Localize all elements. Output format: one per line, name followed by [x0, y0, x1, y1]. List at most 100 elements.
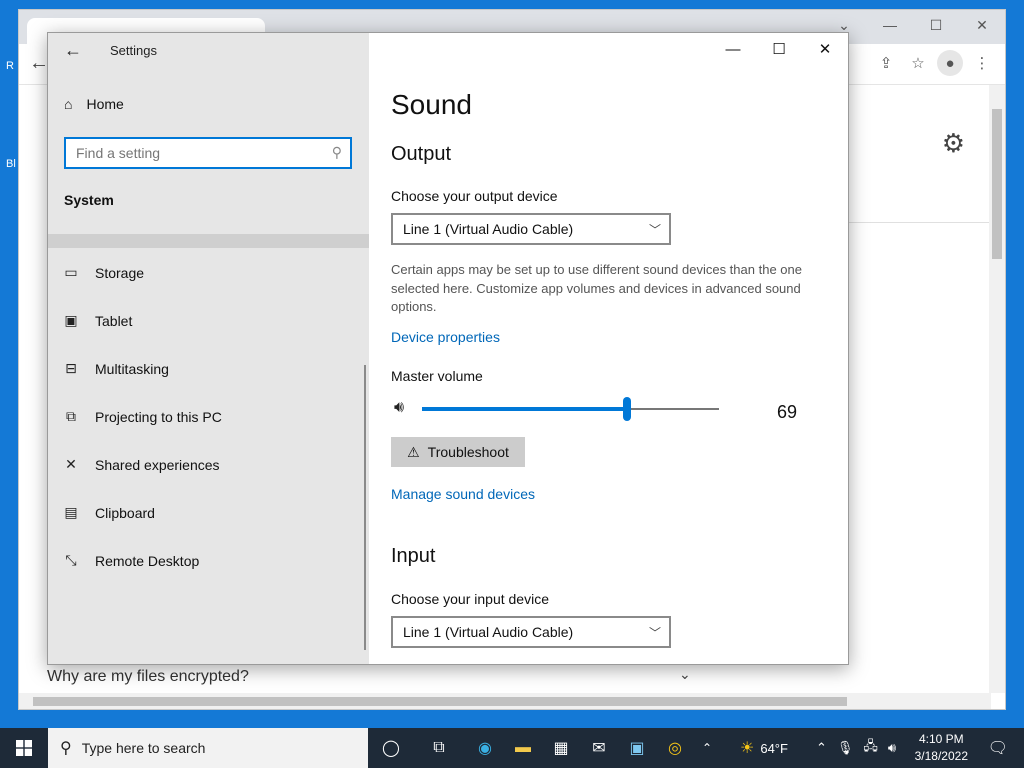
- volume-icon[interactable]: 🔊︎: [888, 740, 896, 756]
- sidebar-item-label: Storage: [95, 264, 145, 281]
- gear-icon[interactable]: ⚙: [942, 128, 965, 159]
- shared-experiences-icon: ✕: [65, 456, 77, 472]
- settings-window: ← Settings ⌂ Home ⚲ System ▭ Storage ▣ T…: [47, 32, 849, 665]
- sidebar-item-label: Projecting to this PC: [95, 408, 222, 425]
- sidebar-item-label: Tablet: [95, 312, 133, 329]
- sidebar-item-multitasking[interactable]: ⊟ Multitasking: [62, 360, 169, 377]
- master-volume-value: 69: [777, 402, 798, 422]
- taskbar-search-placeholder: Type here to search: [81, 740, 206, 756]
- storage-icon: ▭: [64, 264, 78, 280]
- sidebar-item-label: Multitasking: [95, 360, 169, 377]
- sidebar-item-label: Clipboard: [95, 504, 155, 521]
- share-icon[interactable]: ⇪: [873, 50, 899, 76]
- desktop-icon-label[interactable]: Bl: [6, 158, 16, 170]
- clock-date: 3/18/2022: [914, 749, 968, 763]
- sidebar-item-label: Remote Desktop: [95, 552, 200, 569]
- output-device-value: Line 1 (Virtual Audio Cable): [403, 221, 574, 237]
- close-icon[interactable]: ✕: [959, 10, 1005, 40]
- back-arrow-icon[interactable]: ←: [64, 40, 82, 61]
- input-device-value: Line 1 (Virtual Audio Cable): [403, 624, 574, 640]
- profile-avatar-icon[interactable]: ●: [937, 50, 963, 76]
- clock-time: 4:10 PM: [918, 732, 964, 746]
- troubleshoot-label: Troubleshoot: [427, 444, 509, 460]
- tablet-icon: ▣: [64, 312, 78, 328]
- master-volume-label: Master volume: [391, 368, 483, 384]
- scrollbar-thumb[interactable]: [992, 109, 1002, 259]
- section-label: System: [64, 192, 114, 208]
- slider-fill: [422, 407, 627, 411]
- sidebar-scrollbar[interactable]: [364, 365, 366, 650]
- chevron-down-icon: ﹀: [648, 223, 661, 237]
- multitasking-icon: ⊟: [65, 360, 77, 376]
- microphone-icon[interactable]: 🎙︎: [837, 740, 854, 756]
- weather-widget[interactable]: ☀ 64°F: [740, 728, 788, 768]
- home-nav-item[interactable]: ⌂ Home: [64, 96, 124, 112]
- search-icon: ⚲: [60, 740, 72, 757]
- search-icon: ⚲: [331, 144, 342, 160]
- sidebar-item-storage[interactable]: ▭ Storage: [62, 264, 144, 281]
- troubleshoot-button[interactable]: ⚠ Troubleshoot: [391, 437, 525, 467]
- sidebar-item-tablet[interactable]: ▣ Tablet: [62, 312, 132, 329]
- taskbar-overflow-icon[interactable]: ⌃: [688, 728, 726, 768]
- sidebar-scroll-band: [48, 234, 369, 248]
- back-arrow-icon[interactable]: ←: [29, 52, 49, 75]
- weather-temp: 64°F: [760, 740, 788, 756]
- slider-thumb[interactable]: [622, 397, 631, 421]
- scrollbar-thumb[interactable]: [33, 697, 847, 706]
- app-icon[interactable]: ▣: [618, 728, 656, 768]
- clipboard-icon: ▤: [64, 504, 78, 520]
- sidebar-item-projecting[interactable]: ⧉ Projecting to this PC: [62, 408, 222, 425]
- cortana-icon[interactable]: ◯: [372, 728, 410, 768]
- chevron-down-icon[interactable]: ⌄: [679, 666, 691, 683]
- search-input[interactable]: [66, 139, 326, 167]
- settings-content: Sound Output Choose your output device L…: [391, 33, 841, 664]
- notification-icon[interactable]: 🗨︎: [988, 738, 1008, 758]
- output-heading: Output: [391, 143, 452, 165]
- input-device-label: Choose your input device: [391, 591, 549, 607]
- store-icon[interactable]: ▦: [542, 728, 580, 768]
- taskbar-search[interactable]: ⚲ Type here to search: [48, 728, 368, 768]
- more-menu-icon[interactable]: ⋮: [969, 50, 995, 76]
- output-device-dropdown[interactable]: Line 1 (Virtual Audio Cable) ﹀: [391, 213, 671, 245]
- vertical-scrollbar[interactable]: [989, 85, 1005, 693]
- star-icon[interactable]: ☆: [905, 50, 931, 76]
- mail-icon[interactable]: ✉: [580, 728, 618, 768]
- maximize-icon[interactable]: ☐: [913, 10, 959, 40]
- show-hidden-icons-icon[interactable]: ⌃: [816, 740, 827, 756]
- master-volume-slider[interactable]: [422, 397, 719, 421]
- network-icon[interactable]: 🖧︎: [863, 737, 878, 759]
- minimize-icon[interactable]: —: [867, 10, 913, 40]
- chrome-toolbar-actions: ⇪ ☆ ● ⋮: [873, 50, 995, 76]
- warning-icon: ⚠: [407, 443, 420, 460]
- output-device-label: Choose your output device: [391, 188, 558, 204]
- clock[interactable]: 4:10 PM 3/18/2022: [915, 731, 968, 765]
- home-label: Home: [86, 96, 124, 112]
- output-description: Certain apps may be set up to use differ…: [391, 262, 802, 314]
- sidebar-item-shared-experiences[interactable]: ✕ Shared experiences: [62, 456, 220, 473]
- weather-icon: ☀: [740, 740, 755, 757]
- sidebar-item-label: Shared experiences: [95, 456, 220, 473]
- file-explorer-icon[interactable]: ▬: [504, 728, 542, 768]
- chevron-down-icon: ﹀: [648, 626, 661, 640]
- speaker-icon[interactable]: 🔊︎: [394, 399, 404, 417]
- device-properties-link[interactable]: Device properties: [391, 329, 500, 345]
- manage-sound-devices-link[interactable]: Manage sound devices: [391, 486, 535, 502]
- input-device-dropdown[interactable]: Line 1 (Virtual Audio Cable) ﹀: [391, 616, 671, 648]
- sidebar-item-clipboard[interactable]: ▤ Clipboard: [62, 504, 155, 521]
- system-tray: ⌃ 🎙︎ 🖧︎ 🔊︎: [816, 728, 896, 768]
- sidebar-item-remote-desktop[interactable]: ⤡ Remote Desktop: [62, 552, 199, 569]
- task-view-icon[interactable]: ⧉: [420, 728, 458, 768]
- remote-desktop-icon: ⤡: [65, 552, 77, 568]
- taskbar: ⚲ Type here to search ◯ ⧉ ◉ ▬ ▦ ✉ ▣ ◎ ⌃ …: [0, 728, 1024, 768]
- input-heading: Input: [391, 545, 436, 567]
- desktop-icon-label[interactable]: R: [6, 60, 14, 72]
- edge-icon[interactable]: ◉: [466, 728, 504, 768]
- start-button[interactable]: [0, 728, 48, 768]
- horizontal-scrollbar[interactable]: [19, 693, 991, 709]
- faq-question[interactable]: Why are my files encrypted?: [47, 668, 249, 686]
- settings-sidebar: ← Settings ⌂ Home ⚲ System ▭ Storage ▣ T…: [48, 33, 369, 664]
- divider: [849, 222, 989, 223]
- window-title: Settings: [110, 43, 157, 58]
- windows-logo-icon: [16, 740, 32, 756]
- settings-search: ⚲: [64, 137, 352, 169]
